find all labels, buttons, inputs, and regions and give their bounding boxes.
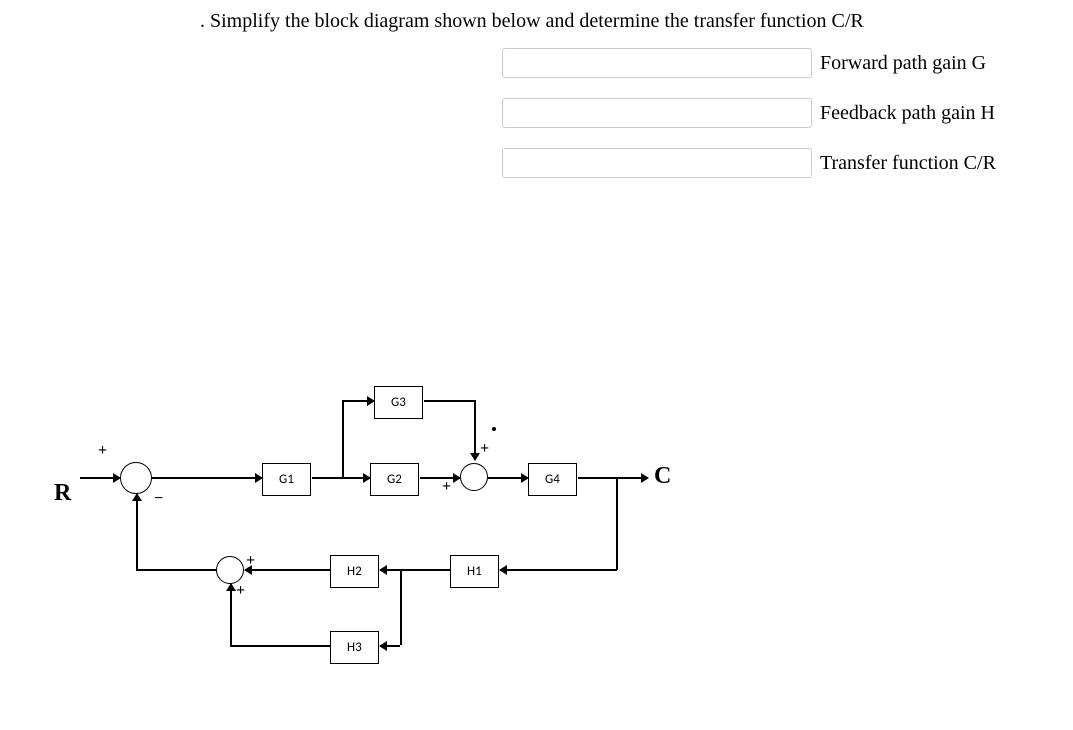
block-diagram: R + − G1 G3 G2 + + G4 C H1: [50, 370, 750, 720]
feedback-gain-row: Feedback path gain H: [502, 98, 995, 128]
block-g3: G3: [374, 386, 423, 419]
line-sum2-g4: [488, 477, 528, 479]
block-g4: G4: [528, 463, 577, 496]
question-text: . Simplify the block diagram shown below…: [200, 10, 864, 33]
line-to-h1: [500, 569, 617, 571]
block-g1: G1: [262, 463, 311, 496]
summing-junction-3: [216, 556, 244, 584]
line-feedback-h: [136, 569, 216, 571]
forward-gain-input[interactable]: [502, 48, 812, 78]
sum1-plus-sign: +: [98, 442, 107, 460]
forward-gain-label: Forward path gain G: [820, 52, 986, 75]
line-sum1-g1: [152, 477, 262, 479]
line-to-h3: [380, 645, 400, 647]
output-label: C: [654, 463, 671, 490]
block-h3: H3: [330, 631, 379, 664]
sum2-plus-top: +: [480, 440, 489, 458]
line-h1-out: [400, 569, 450, 571]
sum1-minus-sign: −: [154, 490, 163, 508]
transfer-function-label: Transfer function C/R: [820, 152, 996, 175]
summing-junction-2: [460, 463, 488, 491]
sum3-plus-top: +: [246, 552, 255, 570]
block-g2: G2: [370, 463, 419, 496]
line-branch-h3: [400, 569, 402, 645]
dot-marker: [492, 427, 496, 431]
feedback-gain-label: Feedback path gain H: [820, 102, 995, 125]
line-h3-out-h: [230, 645, 330, 647]
line-branch-up: [342, 400, 344, 477]
line-feedback-v: [136, 494, 138, 570]
block-h1: H1: [450, 555, 499, 588]
transfer-function-input[interactable]: [502, 148, 812, 178]
line-g4-out: [578, 477, 648, 479]
line-to-h2: [380, 569, 400, 571]
line-to-g3: [342, 400, 374, 402]
line-h3-up: [230, 584, 232, 646]
line-input: [80, 477, 120, 479]
transfer-function-row: Transfer function C/R: [502, 148, 996, 178]
block-h2: H2: [330, 555, 379, 588]
feedback-gain-input[interactable]: [502, 98, 812, 128]
line-g3-out: [424, 400, 474, 402]
line-g3-down: [474, 400, 476, 460]
line-output-down: [616, 477, 618, 570]
sum2-plus-left: +: [442, 478, 451, 496]
sum3-plus-bottom: +: [236, 582, 245, 600]
input-label: R: [54, 480, 71, 507]
forward-gain-row: Forward path gain G: [502, 48, 986, 78]
line-h2-sum3: [245, 569, 330, 571]
summing-junction-1: [120, 462, 152, 494]
line-g2-sum2: [420, 477, 460, 479]
line-g1-g2: [312, 477, 370, 479]
